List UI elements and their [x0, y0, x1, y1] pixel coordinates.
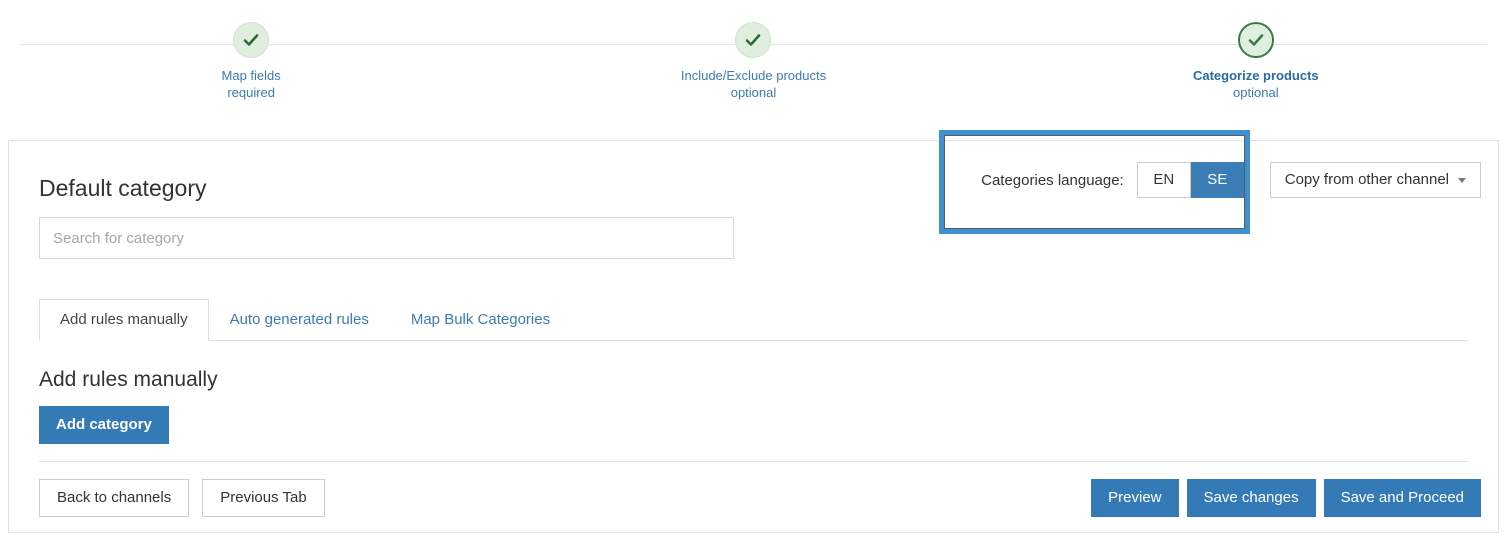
footer-divider — [39, 461, 1468, 462]
add-rules-manually-heading: Add rules manually — [39, 368, 218, 391]
copy-from-other-channel-label: Copy from other channel — [1284, 171, 1449, 188]
step-label: Categorize products — [1192, 68, 1319, 83]
save-and-proceed-button[interactable]: Save and Proceed — [1323, 479, 1481, 517]
categorize-products-panel: Categories language: EN SE Copy from oth… — [8, 140, 1499, 533]
wizard-stepper: Map fields required Include/Exclude prod… — [0, 0, 1507, 125]
footer-right-actions: Preview Save changes Save and Proceed — [1091, 479, 1481, 517]
previous-tab-button[interactable]: Previous Tab — [202, 479, 325, 517]
tab-auto-generated-rules[interactable]: Auto generated rules — [209, 299, 390, 341]
tab-map-bulk-categories[interactable]: Map Bulk Categories — [390, 299, 571, 341]
copy-from-other-channel-dropdown[interactable]: Copy from other channel — [1269, 162, 1481, 198]
tab-add-rules-manually[interactable]: Add rules manually — [39, 299, 209, 341]
step-map-fields[interactable]: Map fields required — [0, 22, 502, 101]
step-sublabel: optional — [730, 85, 777, 100]
step-label: Map fields — [221, 68, 281, 83]
step-sublabel: required — [227, 85, 276, 100]
rules-tabs: Add rules manually Auto generated rules … — [39, 299, 1468, 341]
stepper-steps: Map fields required Include/Exclude prod… — [0, 0, 1507, 125]
step-categorize-products[interactable]: Categorize products optional — [1005, 22, 1507, 101]
add-category-button[interactable]: Add category — [39, 406, 169, 444]
language-toggle-group[interactable]: EN SE — [1136, 162, 1245, 198]
footer-left-actions: Back to channels Previous Tab — [39, 479, 325, 517]
categories-language-toolbar: Categories language: EN SE Copy from oth… — [981, 162, 1481, 198]
categories-language-group: Categories language: EN SE — [981, 162, 1245, 198]
chevron-down-icon — [1458, 177, 1466, 183]
search-category-input[interactable] — [39, 217, 734, 259]
step-include-exclude-products[interactable]: Include/Exclude products optional — [502, 22, 1004, 101]
language-option-en[interactable]: EN — [1136, 162, 1191, 198]
step-label: Include/Exclude products — [680, 68, 827, 83]
back-to-channels-button[interactable]: Back to channels — [39, 479, 190, 517]
check-icon — [735, 22, 772, 58]
save-changes-button[interactable]: Save changes — [1186, 479, 1316, 517]
footer-actions: Back to channels Previous Tab Preview Sa… — [39, 479, 1481, 517]
preview-button[interactable]: Preview — [1091, 479, 1179, 517]
language-option-se[interactable]: SE — [1190, 162, 1245, 198]
step-sublabel: optional — [1233, 85, 1279, 100]
categories-language-label: Categories language: — [981, 171, 1124, 189]
check-icon — [233, 22, 270, 58]
check-icon — [1237, 22, 1274, 58]
